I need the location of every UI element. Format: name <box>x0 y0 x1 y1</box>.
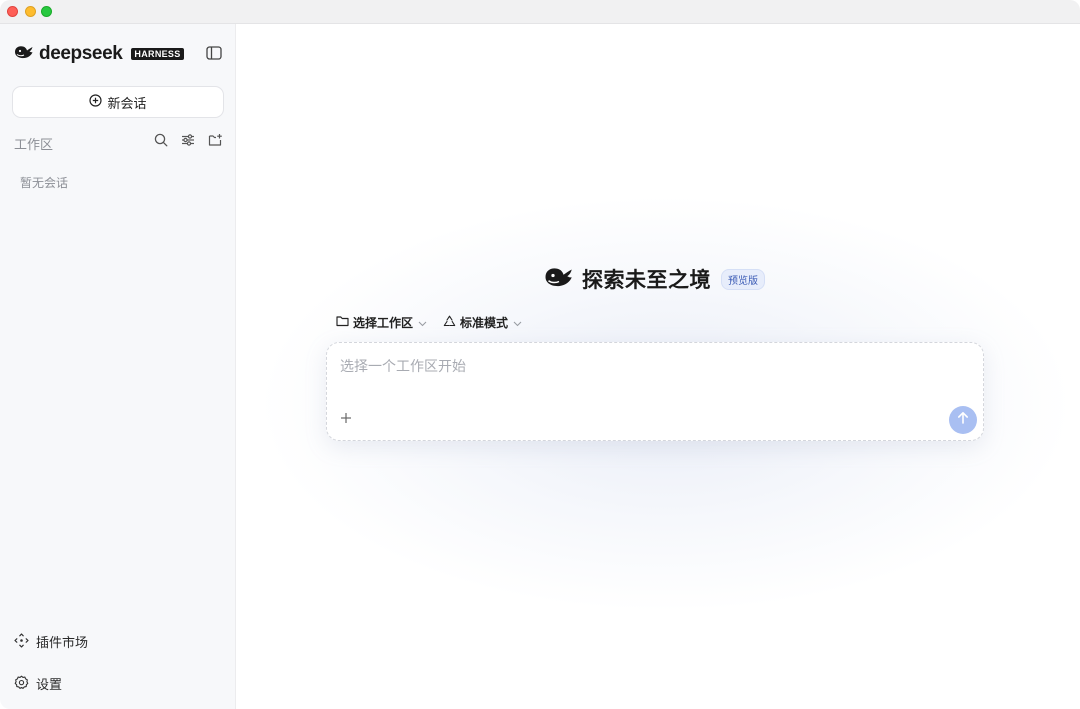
move-icon <box>14 632 29 651</box>
message-input[interactable] <box>340 355 940 377</box>
composer-box <box>326 342 984 441</box>
plugins-market-button[interactable]: 插件市场 <box>14 632 88 651</box>
chevron-down-icon <box>418 316 427 330</box>
workspace-section-label: 工作区 <box>14 137 54 152</box>
folder-icon <box>336 315 349 330</box>
chevron-down-icon <box>513 316 522 330</box>
new-chat-label: 新会话 <box>107 95 147 111</box>
brand-badge: HARNESS <box>131 48 184 60</box>
gear-icon <box>14 675 29 693</box>
settings-label: 设置 <box>36 677 63 692</box>
recycle-icon <box>443 315 456 331</box>
send-button[interactable] <box>949 406 977 434</box>
whale-icon <box>14 44 34 65</box>
search-button[interactable] <box>152 133 170 151</box>
hero-heading: 探索未至之境 预览版 <box>544 264 765 294</box>
mode-selector[interactable]: 标准模式 <box>443 314 522 331</box>
plus-icon <box>340 411 352 429</box>
workspace-tools <box>152 133 224 151</box>
mode-selector-label: 标准模式 <box>460 316 509 330</box>
close-window-button[interactable] <box>7 6 18 17</box>
brand-logo: deepseek HARNESS <box>14 43 184 65</box>
zoom-window-button[interactable] <box>41 6 52 17</box>
title-bar <box>0 0 1080 24</box>
sidebar-toggle-icon <box>206 45 222 65</box>
plugins-market-label: 插件市场 <box>36 635 89 650</box>
workspace-selector-label: 选择工作区 <box>353 316 414 330</box>
sidebar-toggle-button[interactable] <box>205 45 223 65</box>
preview-badge: 预览版 <box>721 268 765 290</box>
hero-title: 探索未至之境 <box>582 269 711 292</box>
settings-button[interactable]: 设置 <box>14 674 62 693</box>
arrow-up-icon <box>957 411 969 429</box>
plus-circle-icon <box>89 94 103 110</box>
sliders-icon <box>181 133 195 152</box>
attach-button[interactable] <box>337 411 355 429</box>
empty-conversations-text: 暂无会话 <box>20 176 69 190</box>
filter-button[interactable] <box>179 133 197 151</box>
new-workspace-button[interactable] <box>206 133 224 151</box>
workspace-selector[interactable]: 选择工作区 <box>336 314 427 331</box>
search-icon <box>154 133 168 152</box>
sidebar: deepseek HARNESS 新会话 工作区 暂无会话 插件市场 设置 <box>0 24 236 709</box>
main-panel: 探索未至之境 预览版 选择工作区 标准模式 选择一个工作区开始 <box>236 24 1080 709</box>
app-window: deepseek HARNESS 新会话 工作区 暂无会话 插件市场 设置 探索… <box>0 0 1080 709</box>
brand-name: deepseek <box>39 43 123 64</box>
minimize-window-button[interactable] <box>25 6 36 17</box>
composer-selectors: 选择工作区 标准模式 <box>336 314 522 331</box>
whale-icon <box>544 265 574 294</box>
folder-plus-icon <box>208 133 223 152</box>
new-chat-button[interactable]: 新会话 <box>12 86 224 118</box>
